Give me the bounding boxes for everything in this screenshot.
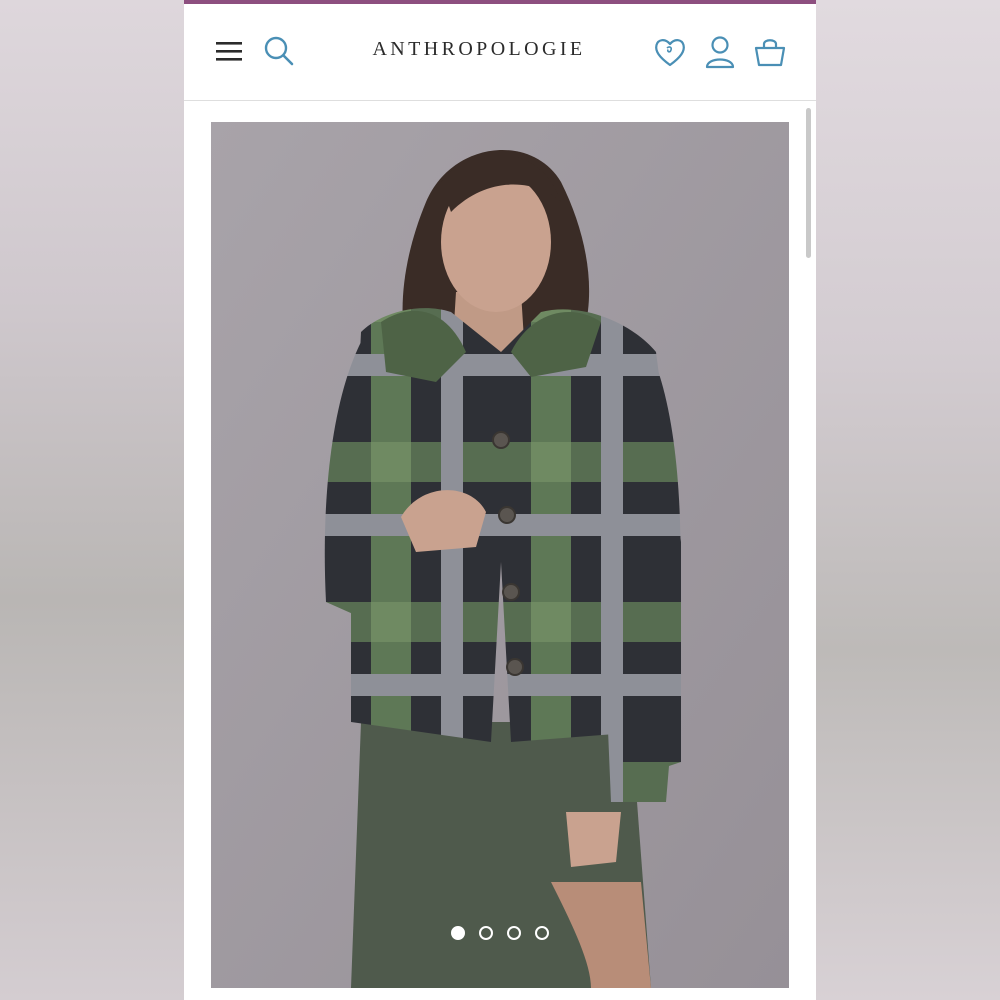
image-carousel-dots: [211, 926, 789, 940]
shopping-bag-button[interactable]: [752, 34, 788, 70]
model-wearing-plaid-jacket: [211, 122, 789, 988]
carousel-dot-1[interactable]: [451, 926, 465, 940]
carousel-dot-4[interactable]: [535, 926, 549, 940]
user-icon: [705, 36, 735, 69]
hamburger-menu-icon: [216, 42, 242, 61]
search-icon: [264, 36, 294, 66]
heart-icon: [655, 39, 685, 67]
brand-logo[interactable]: ANTHROPOLOGIE: [344, 38, 614, 61]
background-blur-left: [0, 0, 184, 1000]
menu-button[interactable]: [212, 34, 246, 68]
carousel-dot-3[interactable]: [507, 926, 521, 940]
scrollbar[interactable]: [806, 108, 811, 258]
site-header: ANTHROPOLOGIE: [184, 4, 816, 101]
carousel-dot-2[interactable]: [479, 926, 493, 940]
shopping-bag-icon: [754, 39, 786, 67]
search-button[interactable]: [262, 34, 296, 68]
background-blur-right: [816, 0, 1000, 1000]
mobile-page: ANTHROPOLOGIE: [184, 0, 816, 1000]
account-button[interactable]: [702, 34, 738, 70]
wishlist-button[interactable]: [652, 34, 688, 70]
product-image[interactable]: [211, 122, 789, 988]
